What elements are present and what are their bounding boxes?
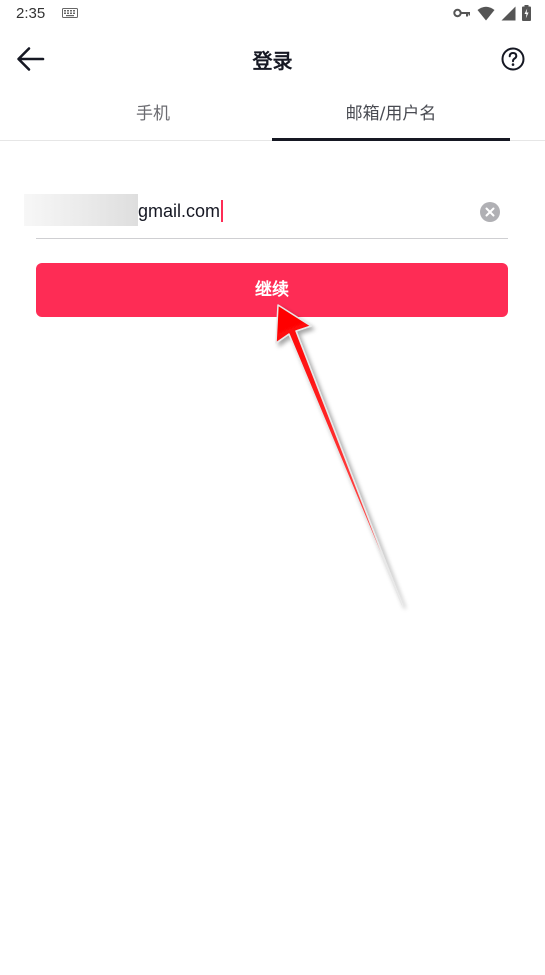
email-field[interactable]: gmail.com xyxy=(24,188,508,238)
clear-circle-icon xyxy=(485,207,495,217)
page-title: 登录 xyxy=(252,49,293,73)
email-value-text: gmail.com xyxy=(138,201,221,221)
email-field-value: gmail.com xyxy=(138,199,224,222)
status-icons xyxy=(453,5,531,21)
active-tab-indicator xyxy=(272,138,510,141)
question-circle-icon xyxy=(501,47,525,71)
battery-charging-icon xyxy=(522,5,531,21)
continue-button[interactable]: 继续 xyxy=(36,263,508,317)
wifi-icon xyxy=(477,6,495,20)
redacted-email-prefix xyxy=(24,194,138,226)
clear-input-button[interactable] xyxy=(480,202,500,222)
header: 登录 xyxy=(0,28,545,90)
vpn-key-icon xyxy=(453,8,470,18)
text-caret xyxy=(221,199,224,222)
keyboard-icon xyxy=(62,8,78,18)
tab-email-username[interactable]: 邮箱/用户名 xyxy=(272,90,510,140)
annotation-arrow-icon xyxy=(275,304,403,606)
tab-phone[interactable]: 手机 xyxy=(34,90,272,140)
login-method-tabs: 手机 邮箱/用户名 xyxy=(0,90,545,141)
status-bar: 2:35 xyxy=(0,0,545,28)
signal-icon xyxy=(501,6,516,20)
help-button[interactable] xyxy=(501,47,525,71)
status-time: 2:35 xyxy=(16,5,46,22)
email-field-underline xyxy=(36,238,508,239)
